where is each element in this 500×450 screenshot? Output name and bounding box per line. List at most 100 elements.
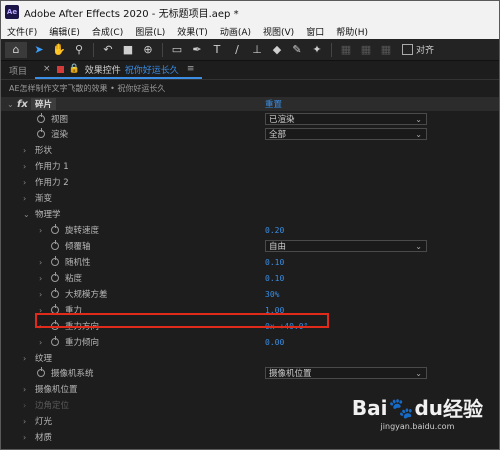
snap-checkbox[interactable] [402, 44, 413, 55]
hand-icon[interactable]: ✋ [51, 42, 67, 58]
chevron-down-icon[interactable]: ⌄ [23, 210, 30, 219]
after-effects-icon: Ae [5, 5, 19, 19]
reset-link[interactable]: 重置 [265, 98, 282, 110]
selection-arrow-icon[interactable]: ➤ [31, 42, 47, 58]
menu-view[interactable]: 视图(V) [257, 25, 300, 38]
property-value[interactable]: 0.10 [265, 274, 284, 283]
home-icon[interactable]: ⌂ [5, 41, 27, 58]
menu-composition[interactable]: 合成(C) [86, 25, 129, 38]
chevron-right-icon[interactable]: › [39, 274, 42, 283]
property-label: 视图 [51, 115, 69, 125]
tab-project[interactable]: 项目 [1, 61, 35, 79]
snap-label: 对齐 [416, 46, 435, 56]
menu-layer[interactable]: 图层(L) [129, 25, 171, 38]
property-label: 粘度 [65, 274, 83, 284]
stopwatch-icon[interactable] [51, 336, 59, 346]
panel-color-icon [56, 65, 64, 73]
chevron-right-icon[interactable]: › [23, 178, 26, 187]
group-row-material[interactable]: › 材质 [1, 430, 499, 444]
property-value[interactable]: 0.00 [265, 338, 284, 347]
property-label: 渲染 [51, 130, 69, 140]
menu-edit[interactable]: 编辑(E) [43, 25, 86, 38]
tab-effect-controls-label: 效果控件 [84, 65, 121, 76]
brush-icon[interactable]: ∕ [229, 42, 245, 58]
axis-local-icon[interactable]: ▦ [338, 42, 354, 58]
group-row-texture[interactable]: › 纹理 [1, 351, 499, 365]
puppet-pin-icon[interactable]: ✦ [309, 42, 325, 58]
tools-toolbar: ⌂ ➤ ✋ ⚲ ↶ ■ ⊕ ▭ ✒ T ∕ ⊥ ◆ ✎ ✦ ▦ ▦ ▦ 对齐 [1, 39, 499, 61]
annotation-highlight-box [35, 313, 329, 328]
camera-system-dropdown[interactable]: 摄像机位置 ⌄ [265, 367, 427, 379]
group-row-force1[interactable]: › 作用力 1 [1, 159, 499, 173]
panel-menu-icon[interactable]: ≡ [187, 64, 195, 74]
chevron-down-icon[interactable]: ⌄ [7, 100, 14, 109]
text-icon[interactable]: T [209, 42, 225, 58]
tumble-axis-dropdown[interactable]: 自由 ⌄ [265, 240, 427, 252]
chevron-right-icon[interactable]: › [39, 258, 42, 267]
group-label: 边角定位 [35, 401, 70, 411]
stopwatch-icon[interactable] [51, 272, 59, 282]
property-label: 旋转速度 [65, 226, 100, 236]
property-label: 大规模方差 [65, 290, 108, 300]
camera-icon[interactable]: ■ [120, 42, 136, 58]
stopwatch-icon[interactable] [51, 256, 59, 266]
fx-icon[interactable]: fx [17, 99, 28, 110]
group-row-physics[interactable]: ⌄ 物理学 [1, 207, 499, 221]
stopwatch-icon[interactable] [37, 113, 45, 123]
pan-behind-icon[interactable]: ⊕ [140, 42, 156, 58]
chevron-right-icon[interactable]: › [39, 290, 42, 299]
pen-icon[interactable]: ✒ [189, 42, 205, 58]
chevron-right-icon[interactable]: › [23, 146, 26, 155]
menu-window[interactable]: 窗口 [300, 25, 330, 38]
chevron-right-icon[interactable]: › [23, 385, 26, 394]
rotate-icon[interactable]: ↶ [100, 42, 116, 58]
rectangle-icon[interactable]: ▭ [169, 42, 185, 58]
group-label: 形状 [35, 146, 53, 156]
chevron-right-icon[interactable]: › [39, 226, 42, 235]
dropdown-value: 已渲染 [269, 115, 295, 125]
chevron-right-icon[interactable]: › [23, 417, 26, 426]
axis-world-icon[interactable]: ▦ [358, 42, 374, 58]
property-value[interactable]: 30% [265, 290, 279, 299]
snap-toggle[interactable]: 对齐 [402, 43, 434, 56]
effect-name: 碎片 [31, 98, 57, 110]
property-row: 摄像机系统 摄像机位置 ⌄ [1, 366, 499, 380]
chevron-right-icon[interactable]: › [23, 433, 26, 442]
axis-view-icon[interactable]: ▦ [378, 42, 394, 58]
menu-file[interactable]: 文件(F) [1, 25, 43, 38]
stopwatch-icon[interactable] [51, 240, 59, 250]
property-value[interactable]: 0.20 [265, 226, 284, 235]
group-label: 灯光 [35, 417, 53, 427]
menu-animation[interactable]: 动画(A) [214, 25, 257, 38]
group-label: 作用力 1 [35, 162, 69, 172]
group-row-shape[interactable]: › 形状 [1, 143, 499, 157]
group-row-gradient[interactable]: › 渐变 [1, 191, 499, 205]
menu-effect[interactable]: 效果(T) [171, 25, 214, 38]
chevron-down-icon: ⌄ [415, 114, 422, 124]
render-dropdown[interactable]: 全部 ⌄ [265, 128, 427, 140]
effect-header-row[interactable]: ⌄ fx 碎片 重置 [1, 97, 499, 111]
zoom-icon[interactable]: ⚲ [71, 42, 87, 58]
stopwatch-icon[interactable] [37, 367, 45, 377]
group-row-force2[interactable]: › 作用力 2 [1, 175, 499, 189]
chevron-right-icon[interactable]: › [23, 194, 26, 203]
eraser-icon[interactable]: ◆ [269, 42, 285, 58]
stopwatch-icon[interactable] [51, 288, 59, 298]
paw-icon: 🐾 [388, 395, 414, 420]
menu-help[interactable]: 帮助(H) [330, 25, 374, 38]
property-value[interactable]: 0.10 [265, 258, 284, 267]
stopwatch-icon[interactable] [51, 224, 59, 234]
chevron-right-icon[interactable]: › [23, 162, 26, 171]
close-icon[interactable]: × [43, 64, 51, 74]
clone-stamp-icon[interactable]: ⊥ [249, 42, 265, 58]
lock-icon[interactable]: 🔒 [69, 64, 80, 74]
chevron-right-icon[interactable]: › [23, 401, 26, 410]
chevron-right-icon[interactable]: › [23, 354, 26, 363]
chevron-right-icon[interactable]: › [39, 338, 42, 347]
stopwatch-icon[interactable] [37, 128, 45, 138]
roto-brush-icon[interactable]: ✎ [289, 42, 305, 58]
view-dropdown[interactable]: 已渲染 ⌄ [265, 113, 427, 125]
app-window: Ae Adobe After Effects 2020 - 无标题项目.aep … [0, 0, 500, 450]
tab-effect-controls[interactable]: × 🔒 效果控件 祝你好运长久 ≡ [35, 61, 203, 79]
property-row: 视图 已渲染 ⌄ [1, 112, 499, 126]
